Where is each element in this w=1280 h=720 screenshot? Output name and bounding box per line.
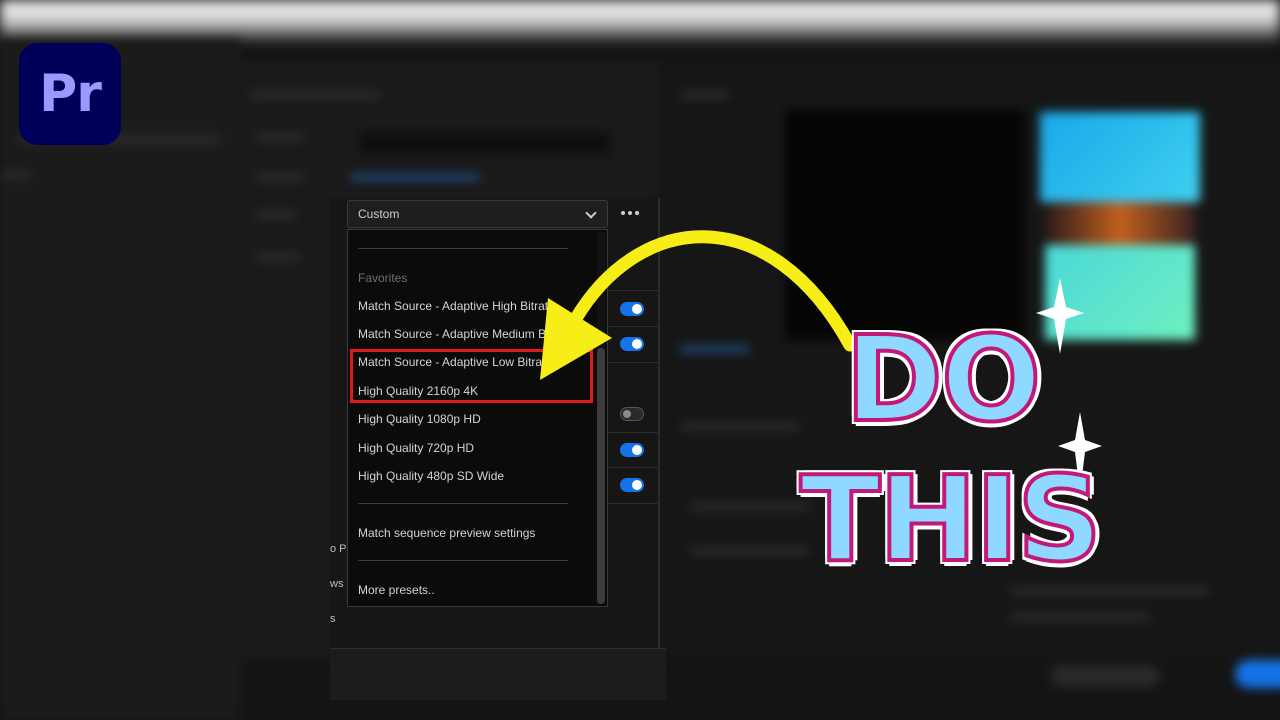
menu-item-more-presets[interactable]: More presets..	[358, 583, 435, 597]
divider	[608, 432, 658, 433]
thumbnail-image	[1040, 112, 1200, 202]
panel-footer	[330, 648, 666, 700]
blurred-link	[350, 174, 480, 180]
divider	[608, 290, 658, 291]
menu-item-adaptive-high[interactable]: Match Source - Adaptive High Bitrate	[358, 299, 555, 313]
thumbnail-image	[1045, 202, 1195, 247]
menu-item-match-sequence[interactable]: Match sequence preview settings	[358, 526, 535, 540]
blurred-tab	[680, 346, 750, 352]
blurred-label	[690, 504, 810, 510]
divider	[608, 467, 658, 468]
scrollbar-thumb[interactable]	[597, 348, 605, 604]
blurred-label	[255, 134, 305, 140]
blurred-label	[255, 174, 305, 180]
caption-line-do: DO	[843, 308, 1043, 450]
preset-menu: Favorites Match Source - Adaptive High B…	[347, 229, 608, 607]
export-button[interactable]	[1235, 660, 1280, 688]
preview-frame	[785, 110, 1025, 340]
truncated-label: ws	[330, 578, 344, 590]
toggle-switch[interactable]	[620, 337, 644, 351]
menu-item-adaptive-medium[interactable]: Match Source - Adaptive Medium Bitrate	[358, 327, 573, 341]
blurred-label	[680, 424, 800, 430]
menu-separator	[358, 248, 568, 249]
more-options-icon[interactable]	[618, 204, 642, 222]
blurred-label	[690, 548, 810, 554]
blurred-label	[1010, 614, 1150, 620]
secondary-button[interactable]	[1050, 665, 1160, 687]
truncated-label: s	[330, 613, 336, 625]
blurred-list-item	[0, 172, 30, 178]
logo-text: Pr	[39, 64, 102, 124]
menu-item-720p[interactable]: High Quality 720p HD	[358, 441, 474, 455]
toggle-switch[interactable]	[620, 478, 644, 492]
toggle-switch[interactable]	[620, 443, 644, 457]
do-this-caption: DO THIS	[798, 308, 1160, 600]
preset-dropdown[interactable]: Custom	[347, 200, 608, 228]
menu-item-480p[interactable]: High Quality 480p SD Wide	[358, 469, 504, 483]
divider	[608, 326, 658, 327]
chevron-down-icon	[585, 207, 597, 219]
menu-item-1080p[interactable]: High Quality 1080p HD	[358, 412, 481, 426]
premiere-pro-logo: Pr	[19, 43, 121, 145]
divider	[608, 362, 658, 363]
menu-separator	[358, 560, 568, 561]
divider	[608, 503, 658, 504]
blurred-field	[360, 132, 610, 154]
blurred-heading	[250, 92, 380, 98]
caption-line-this: THIS	[798, 448, 1104, 590]
preset-value: Custom	[358, 207, 400, 221]
menu-separator	[358, 503, 568, 504]
toggle-switch[interactable]	[620, 302, 644, 316]
blurred-tab	[680, 92, 730, 98]
favorites-header: Favorites	[358, 271, 408, 285]
toggle-switch[interactable]	[620, 407, 644, 421]
blurred-label	[255, 212, 295, 218]
highlight-box	[350, 349, 593, 403]
blurred-label	[255, 254, 300, 260]
